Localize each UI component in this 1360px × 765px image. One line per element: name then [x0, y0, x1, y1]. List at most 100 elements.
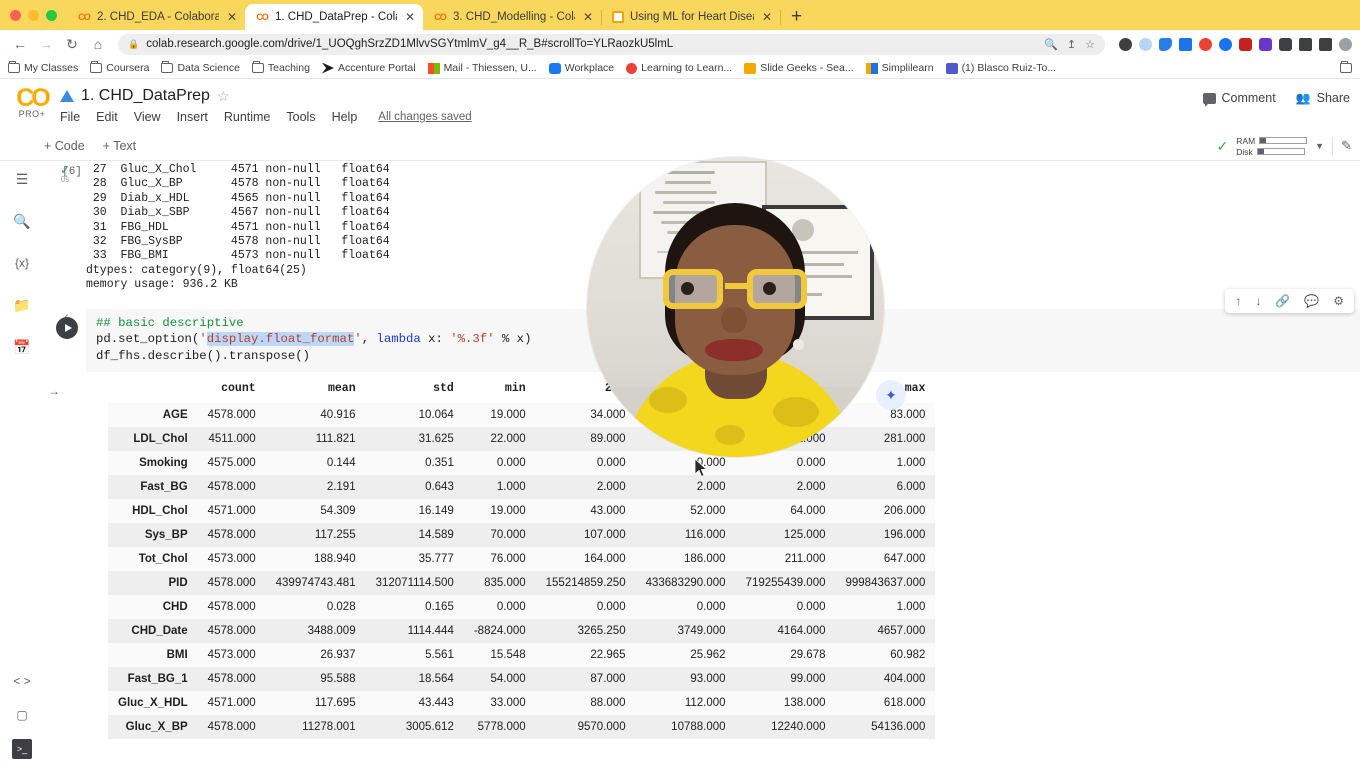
bookmark-learning-to-learn[interactable]: Learning to Learn...: [626, 62, 732, 74]
bookmark-label: Learning to Learn...: [641, 62, 733, 74]
table-of-contents-icon[interactable]: ☰: [12, 169, 32, 189]
close-tab-icon[interactable]: ✕: [760, 11, 774, 23]
comment-button[interactable]: Comment: [1202, 91, 1276, 107]
column-header-std: std: [433, 382, 454, 396]
zoom-icon[interactable]: 🔍: [1044, 38, 1058, 51]
move-up-icon[interactable]: ↑: [1235, 294, 1241, 308]
address-bar[interactable]: 🔒 colab.research.google.com/drive/1_UOQg…: [118, 33, 1105, 55]
close-window-button[interactable]: [10, 10, 21, 21]
bookmark-coursera[interactable]: Coursera: [90, 61, 149, 74]
table-cell: 117.255: [314, 529, 356, 542]
extension-icon-1[interactable]: [1119, 37, 1132, 51]
extension-icon-3[interactable]: [1159, 37, 1172, 51]
terminal-panel-icon[interactable]: ▢: [12, 705, 32, 725]
bookmark-slide-geeks[interactable]: Slide Geeks - Sea...: [744, 62, 854, 74]
presenter-eye-right: [763, 282, 776, 295]
presenter-lips: [705, 339, 763, 361]
colab-logo[interactable]: CO PRO+: [8, 84, 56, 120]
star-icon[interactable]: ☆: [217, 88, 230, 105]
bookmark-my-classes[interactable]: My Classes: [8, 61, 78, 74]
menu-insert[interactable]: Insert: [177, 110, 208, 124]
other-bookmarks-icon[interactable]: [1340, 61, 1352, 73]
tab-title: 3. CHD_Modelling - Colaborato: [453, 11, 575, 23]
presenter-video-overlay[interactable]: [587, 157, 884, 457]
close-tab-icon[interactable]: ✕: [581, 11, 595, 23]
runtime-status[interactable]: ✓ RAM Disk ▼ ✎: [1217, 131, 1352, 161]
extension-icon-checkmark[interactable]: [1179, 37, 1192, 51]
table-cell: 4578.000: [207, 577, 256, 590]
run-cell-button[interactable]: [56, 316, 78, 339]
tab-title: Using ML for Heart Disease Pr: [630, 11, 754, 23]
browser-tab-1[interactable]: CO 2. CHD_EDA - Colaboratory ✕: [67, 4, 245, 30]
bookmark-simplilearn[interactable]: Simplilearn: [865, 62, 934, 74]
minimize-window-button[interactable]: [28, 10, 39, 21]
add-code-cell-button[interactable]: + Code: [44, 139, 85, 153]
new-tab-button[interactable]: +: [781, 7, 812, 30]
move-down-icon[interactable]: ↓: [1255, 294, 1261, 308]
bookmark-data-science[interactable]: Data Science: [161, 61, 240, 74]
disk-meter: Disk: [1236, 147, 1307, 157]
row-index-label: CHD: [162, 601, 188, 614]
bookmark-workplace[interactable]: Workplace: [548, 62, 614, 74]
forward-icon[interactable]: →: [34, 32, 58, 56]
table-cell: 54.000: [490, 673, 526, 686]
reading-list-icon[interactable]: [1299, 37, 1312, 51]
menu-help[interactable]: Help: [332, 110, 358, 124]
save-status[interactable]: All changes saved: [378, 111, 471, 123]
browser-tab-2-active[interactable]: CO 1. CHD_DataPrep - Colaborato ✕: [245, 4, 423, 30]
extension-icon-red[interactable]: [1239, 37, 1252, 51]
extension-icon-purple[interactable]: [1259, 37, 1272, 51]
secrets-icon[interactable]: 📅: [12, 337, 32, 357]
menu-view[interactable]: View: [134, 110, 161, 124]
bookmark-accenture-portal[interactable]: Accenture Portal: [321, 62, 416, 74]
browser-tab-3[interactable]: CO 3. CHD_Modelling - Colaborato ✕: [423, 4, 601, 30]
menu-runtime[interactable]: Runtime: [224, 110, 271, 124]
extension-icon-2[interactable]: [1139, 37, 1152, 51]
share-icon[interactable]: ↥: [1067, 38, 1076, 51]
browser-tab-4[interactable]: Using ML for Heart Disease Pr ✕: [602, 4, 780, 30]
reload-icon[interactable]: ↻: [60, 32, 84, 56]
home-icon[interactable]: ⌂: [86, 32, 110, 56]
side-panel-icon[interactable]: [1319, 37, 1332, 51]
close-tab-icon[interactable]: ✕: [225, 11, 239, 23]
doc-icon: [612, 11, 624, 23]
bookmark-blasco-ruiz[interactable]: (1) Blasco Ruiz-To...: [945, 62, 1056, 74]
link-icon[interactable]: 🔗: [1275, 294, 1290, 308]
cell-toolbar: ↑ ↓ 🔗 💬 ⚙: [1225, 288, 1354, 313]
extensions-puzzle-icon[interactable]: [1279, 37, 1292, 51]
chevron-down-icon[interactable]: ▼: [1315, 141, 1324, 151]
bookmark-label: Mail - Thiessen, U...: [443, 62, 537, 74]
maximize-window-button[interactable]: [46, 10, 57, 21]
back-icon[interactable]: ←: [8, 32, 32, 56]
code-snippets-icon[interactable]: < >: [12, 671, 32, 691]
files-icon[interactable]: 📁: [12, 295, 32, 315]
colab-logo-text: CO: [16, 84, 51, 112]
add-text-cell-button[interactable]: + Text: [103, 139, 136, 153]
page-title[interactable]: 1. CHD_DataPrep: [81, 87, 210, 105]
comment-icon[interactable]: 💬: [1304, 294, 1319, 308]
menu-file[interactable]: File: [60, 110, 80, 124]
menu-edit[interactable]: Edit: [96, 110, 118, 124]
close-tab-icon[interactable]: ✕: [403, 11, 417, 23]
bookmarks-bar: My Classes Coursera Data Science Teachin…: [0, 58, 1360, 79]
table-cell: 0.000: [696, 601, 726, 614]
terminal-icon[interactable]: >_: [12, 739, 32, 759]
bookmark-mail[interactable]: Mail - Thiessen, U...: [427, 62, 537, 74]
table-cell: 188.940: [314, 553, 356, 566]
table-cell: 60.982: [890, 649, 926, 662]
edit-icon[interactable]: ✎: [1341, 138, 1352, 154]
extension-icon-play[interactable]: [1199, 37, 1212, 51]
variables-icon[interactable]: {x}: [12, 253, 32, 273]
column-header-index: [108, 378, 198, 403]
profile-avatar-icon[interactable]: [1339, 37, 1352, 51]
table-cell: 35.777: [418, 553, 454, 566]
bookmark-teaching[interactable]: Teaching: [251, 61, 310, 74]
menu-tools[interactable]: Tools: [286, 110, 315, 124]
extension-icon-gear[interactable]: [1219, 37, 1232, 51]
table-cell: 4578.000: [207, 481, 256, 494]
share-button[interactable]: 👥 Share: [1296, 91, 1350, 105]
settings-icon[interactable]: ⚙: [1333, 294, 1344, 308]
table-cell: 54.309: [320, 505, 356, 518]
search-icon[interactable]: 🔍: [12, 211, 32, 231]
bookmark-star-icon[interactable]: ☆: [1085, 38, 1095, 51]
